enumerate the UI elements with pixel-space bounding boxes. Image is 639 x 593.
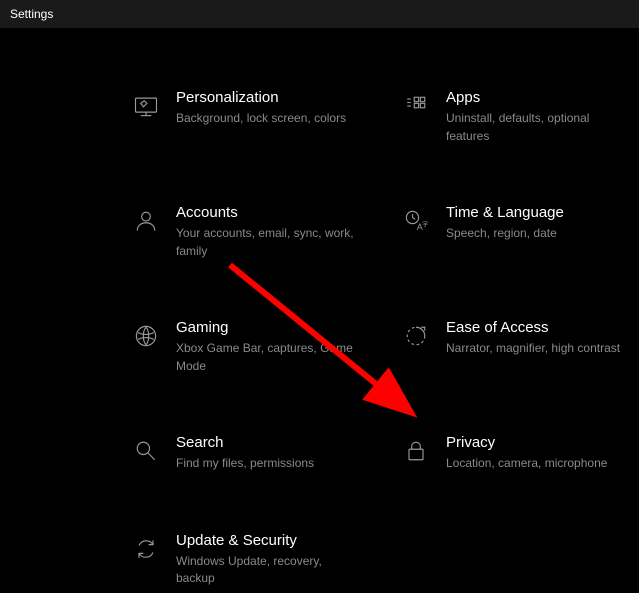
item-desc: Location, camera, microphone: [446, 455, 607, 472]
ease-of-access-icon: [400, 320, 432, 352]
settings-item-personalization[interactable]: Personalization Background, lock screen,…: [130, 88, 390, 145]
item-title: Update & Security: [176, 531, 356, 551]
time-language-icon: A字: [400, 205, 432, 237]
lock-icon: [400, 435, 432, 467]
settings-item-apps[interactable]: Apps Uninstall, defaults, optional featu…: [400, 88, 630, 145]
settings-item-time-language[interactable]: A字 Time & Language Speech, region, date: [400, 203, 630, 260]
search-icon: [130, 435, 162, 467]
item-desc: Windows Update, recovery, backup: [176, 553, 356, 588]
item-desc: Uninstall, defaults, optional features: [446, 110, 626, 145]
accounts-icon: [130, 205, 162, 237]
settings-item-search[interactable]: Search Find my files, permissions: [130, 433, 390, 473]
settings-item-accounts[interactable]: Accounts Your accounts, email, sync, wor…: [130, 203, 390, 260]
item-text: Gaming Xbox Game Bar, captures, Game Mod…: [176, 318, 356, 375]
item-title: Ease of Access: [446, 318, 620, 338]
settings-grid: Personalization Background, lock screen,…: [130, 88, 629, 588]
item-title: Privacy: [446, 433, 607, 453]
titlebar: Settings: [0, 0, 639, 28]
item-text: Personalization Background, lock screen,…: [176, 88, 346, 128]
item-desc: Narrator, magnifier, high contrast: [446, 340, 620, 357]
item-desc: Speech, region, date: [446, 225, 564, 242]
apps-icon: [400, 90, 432, 122]
settings-item-privacy[interactable]: Privacy Location, camera, microphone: [400, 433, 630, 473]
item-text: Privacy Location, camera, microphone: [446, 433, 607, 473]
settings-item-gaming[interactable]: Gaming Xbox Game Bar, captures, Game Mod…: [130, 318, 390, 375]
window-title: Settings: [10, 7, 53, 21]
gaming-icon: [130, 320, 162, 352]
svg-text:字: 字: [422, 220, 428, 228]
update-security-icon: [130, 533, 162, 565]
item-text: Search Find my files, permissions: [176, 433, 314, 473]
item-title: Search: [176, 433, 314, 453]
item-text: Ease of Access Narrator, magnifier, high…: [446, 318, 620, 358]
item-desc: Your accounts, email, sync, work, family: [176, 225, 356, 260]
item-text: Accounts Your accounts, email, sync, wor…: [176, 203, 356, 260]
settings-item-ease-of-access[interactable]: Ease of Access Narrator, magnifier, high…: [400, 318, 630, 375]
item-text: Apps Uninstall, defaults, optional featu…: [446, 88, 626, 145]
item-title: Personalization: [176, 88, 346, 108]
item-title: Accounts: [176, 203, 356, 223]
item-title: Gaming: [176, 318, 356, 338]
item-title: Time & Language: [446, 203, 564, 223]
item-text: Time & Language Speech, region, date: [446, 203, 564, 243]
item-desc: Find my files, permissions: [176, 455, 314, 472]
item-title: Apps: [446, 88, 626, 108]
item-desc: Xbox Game Bar, captures, Game Mode: [176, 340, 356, 375]
personalization-icon: [130, 90, 162, 122]
settings-item-update-security[interactable]: Update & Security Windows Update, recove…: [130, 531, 390, 588]
settings-content: Personalization Background, lock screen,…: [0, 28, 639, 588]
item-text: Update & Security Windows Update, recove…: [176, 531, 356, 588]
item-desc: Background, lock screen, colors: [176, 110, 346, 127]
